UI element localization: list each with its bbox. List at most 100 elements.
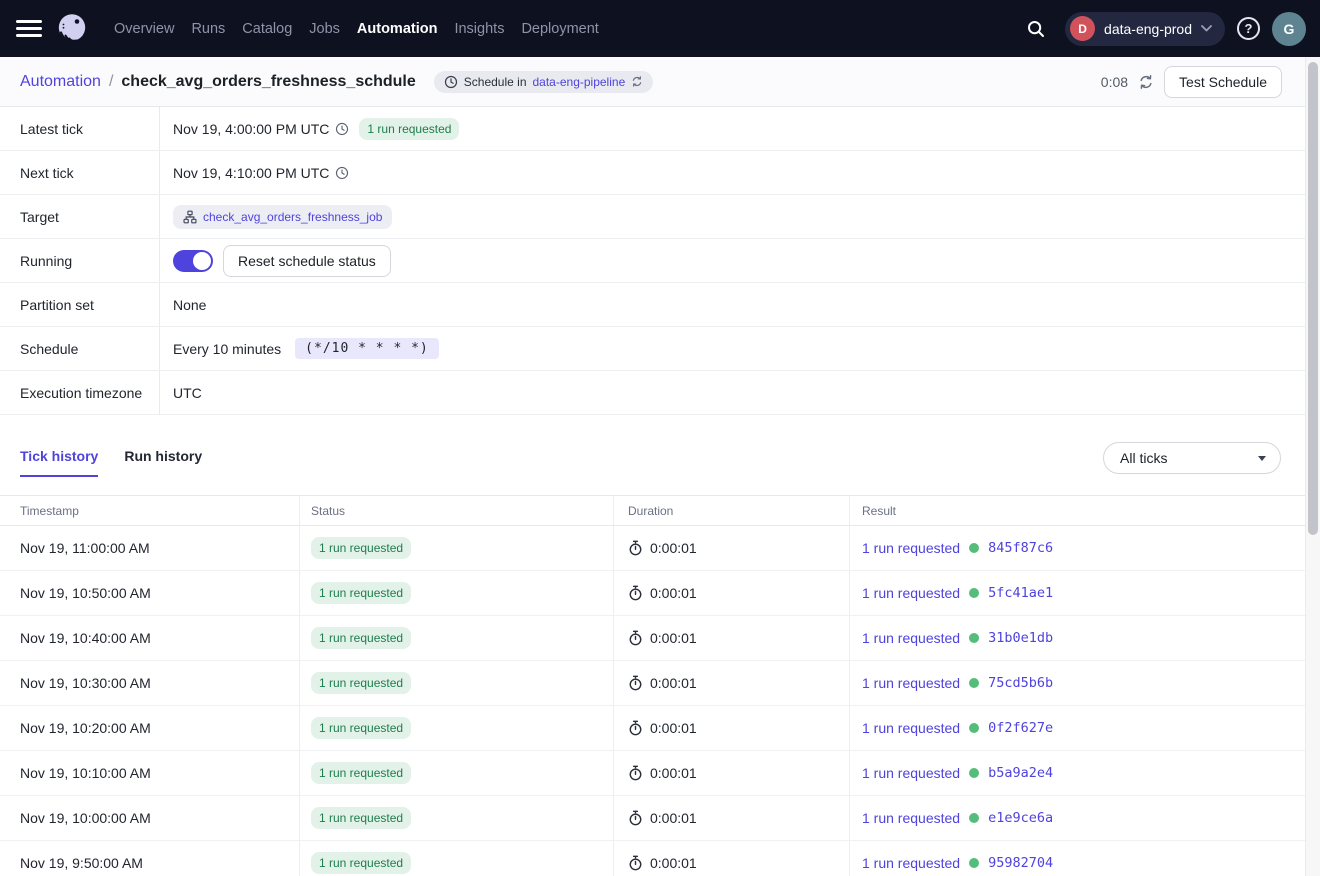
schedule-row: Schedule Every 10 minutes (*/10 * * * *) xyxy=(0,327,1305,371)
code-location-link[interactable]: data-eng-pipeline xyxy=(533,75,626,89)
workspace-switcher[interactable]: D data-eng-prod xyxy=(1065,12,1225,46)
schedule-location-prefix: Schedule in xyxy=(464,75,527,89)
tick-duration: 0:00:01 xyxy=(650,810,697,826)
running-label: Running xyxy=(0,239,160,282)
running-row: Running Reset schedule status xyxy=(0,239,1305,283)
tick-duration: 0:00:01 xyxy=(650,630,697,646)
help-button[interactable]: ? xyxy=(1237,17,1260,40)
job-graph-icon xyxy=(183,210,197,224)
table-row: Nov 19, 9:50:00 AM 1 run requested 0:00:… xyxy=(0,841,1305,876)
run-status-dot-icon xyxy=(969,813,979,823)
target-job-link[interactable]: check_avg_orders_freshness_job xyxy=(203,210,382,224)
timezone-row: Execution timezone UTC xyxy=(0,371,1305,415)
run-status-dot-icon xyxy=(969,858,979,868)
tick-duration: 0:00:01 xyxy=(650,675,697,691)
tick-result-link[interactable]: 1 run requested xyxy=(862,540,960,556)
stopwatch-icon xyxy=(628,765,643,781)
refresh-icon[interactable] xyxy=(1138,74,1154,90)
tab-tick-history[interactable]: Tick history xyxy=(20,448,98,477)
schedule-label: Schedule xyxy=(0,327,160,370)
nav-catalog[interactable]: Catalog xyxy=(242,21,292,37)
page-scrollbar[interactable] xyxy=(1305,57,1320,876)
tick-timestamp: Nov 19, 10:10:00 AM xyxy=(0,765,299,781)
search-icon xyxy=(1026,19,1046,39)
tick-result-link[interactable]: 1 run requested xyxy=(862,675,960,691)
target-job-pill[interactable]: check_avg_orders_freshness_job xyxy=(173,205,392,229)
tick-result-link[interactable]: 1 run requested xyxy=(862,810,960,826)
latest-tick-time: Nov 19, 4:00:00 PM UTC xyxy=(173,121,329,137)
breadcrumb: Automation / check_avg_orders_freshness_… xyxy=(20,71,653,93)
dagster-logo-icon[interactable] xyxy=(54,11,90,47)
run-id-link[interactable]: 95982704 xyxy=(988,855,1053,871)
reset-schedule-status-button[interactable]: Reset schedule status xyxy=(223,245,391,277)
tick-result-link[interactable]: 1 run requested xyxy=(862,765,960,781)
breadcrumb-automation-link[interactable]: Automation xyxy=(20,73,101,91)
nav-deployment[interactable]: Deployment xyxy=(521,21,598,37)
page-header: Automation / check_avg_orders_freshness_… xyxy=(0,57,1320,107)
tick-result-link[interactable]: 1 run requested xyxy=(862,630,960,646)
tick-result-link[interactable]: 1 run requested xyxy=(862,855,960,871)
tick-status-badge: 1 run requested xyxy=(311,627,411,649)
tick-result-link[interactable]: 1 run requested xyxy=(862,720,960,736)
timezone-label: Execution timezone xyxy=(0,371,160,414)
nav-insights[interactable]: Insights xyxy=(454,21,504,37)
latest-tick-status-badge: 1 run requested xyxy=(359,118,459,140)
scrollbar-thumb[interactable] xyxy=(1308,62,1318,535)
table-row: Nov 19, 10:30:00 AM 1 run requested 0:00… xyxy=(0,661,1305,706)
tick-result-link[interactable]: 1 run requested xyxy=(862,585,960,601)
tick-duration: 0:00:01 xyxy=(650,720,697,736)
search-button[interactable] xyxy=(1019,12,1053,46)
reload-icon[interactable] xyxy=(631,75,643,88)
chevron-down-icon xyxy=(1201,25,1212,32)
primary-nav: Overview Runs Catalog Jobs Automation In… xyxy=(114,21,599,37)
table-header-row: Timestamp Status Duration Result xyxy=(0,495,1305,526)
tick-duration: 0:00:01 xyxy=(650,765,697,781)
nav-runs[interactable]: Runs xyxy=(191,21,225,37)
tick-history-table: Timestamp Status Duration Result Nov 19,… xyxy=(0,495,1305,876)
table-row: Nov 19, 11:00:00 AM 1 run requested 0:00… xyxy=(0,526,1305,571)
run-id-link[interactable]: b5a9a2e4 xyxy=(988,765,1053,781)
tick-timestamp: Nov 19, 11:00:00 AM xyxy=(0,540,299,556)
workspace-avatar: D xyxy=(1070,16,1095,41)
top-nav: Overview Runs Catalog Jobs Automation In… xyxy=(0,0,1320,57)
table-row: Nov 19, 10:10:00 AM 1 run requested 0:00… xyxy=(0,751,1305,796)
nav-jobs[interactable]: Jobs xyxy=(309,21,340,37)
tick-status-badge: 1 run requested xyxy=(311,537,411,559)
tick-duration: 0:00:01 xyxy=(650,585,697,601)
running-toggle[interactable] xyxy=(173,250,213,272)
run-id-link[interactable]: 75cd5b6b xyxy=(988,675,1053,691)
table-row: Nov 19, 10:20:00 AM 1 run requested 0:00… xyxy=(0,706,1305,751)
nav-automation[interactable]: Automation xyxy=(357,21,438,37)
stopwatch-icon xyxy=(628,540,643,556)
clock-icon xyxy=(335,166,349,180)
schedule-location-badge: Schedule in data-eng-pipeline xyxy=(434,71,653,93)
run-id-link[interactable]: 5fc41ae1 xyxy=(988,585,1053,601)
menu-icon[interactable] xyxy=(16,16,42,42)
tick-timestamp: Nov 19, 10:40:00 AM xyxy=(0,630,299,646)
run-id-link[interactable]: 845f87c6 xyxy=(988,540,1053,556)
run-id-link[interactable]: 0f2f627e xyxy=(988,720,1053,736)
test-schedule-button[interactable]: Test Schedule xyxy=(1164,66,1282,98)
refresh-countdown: 0:08 xyxy=(1101,74,1128,90)
latest-tick-row: Latest tick Nov 19, 4:00:00 PM UTC 1 run… xyxy=(0,107,1305,151)
schedule-details: Latest tick Nov 19, 4:00:00 PM UTC 1 run… xyxy=(0,107,1305,415)
tick-timestamp: Nov 19, 10:50:00 AM xyxy=(0,585,299,601)
stopwatch-icon xyxy=(628,585,643,601)
caret-down-icon xyxy=(1258,456,1266,461)
page-title: check_avg_orders_freshness_schdule xyxy=(121,73,415,91)
nav-overview[interactable]: Overview xyxy=(114,21,174,37)
stopwatch-icon xyxy=(628,855,643,871)
run-id-link[interactable]: 31b0e1db xyxy=(988,630,1053,646)
tab-run-history[interactable]: Run history xyxy=(124,448,202,477)
partition-set-label: Partition set xyxy=(0,283,160,326)
next-tick-label: Next tick xyxy=(0,151,160,194)
tick-timestamp: Nov 19, 9:50:00 AM xyxy=(0,855,299,871)
tick-filter-select[interactable]: All ticks xyxy=(1103,442,1281,474)
run-id-link[interactable]: e1e9ce6a xyxy=(988,810,1053,826)
breadcrumb-separator: / xyxy=(109,73,113,91)
run-status-dot-icon xyxy=(969,588,979,598)
timezone-value: UTC xyxy=(173,385,202,401)
latest-tick-label: Latest tick xyxy=(0,107,160,150)
tick-status-badge: 1 run requested xyxy=(311,762,411,784)
user-avatar[interactable]: G xyxy=(1272,12,1306,46)
